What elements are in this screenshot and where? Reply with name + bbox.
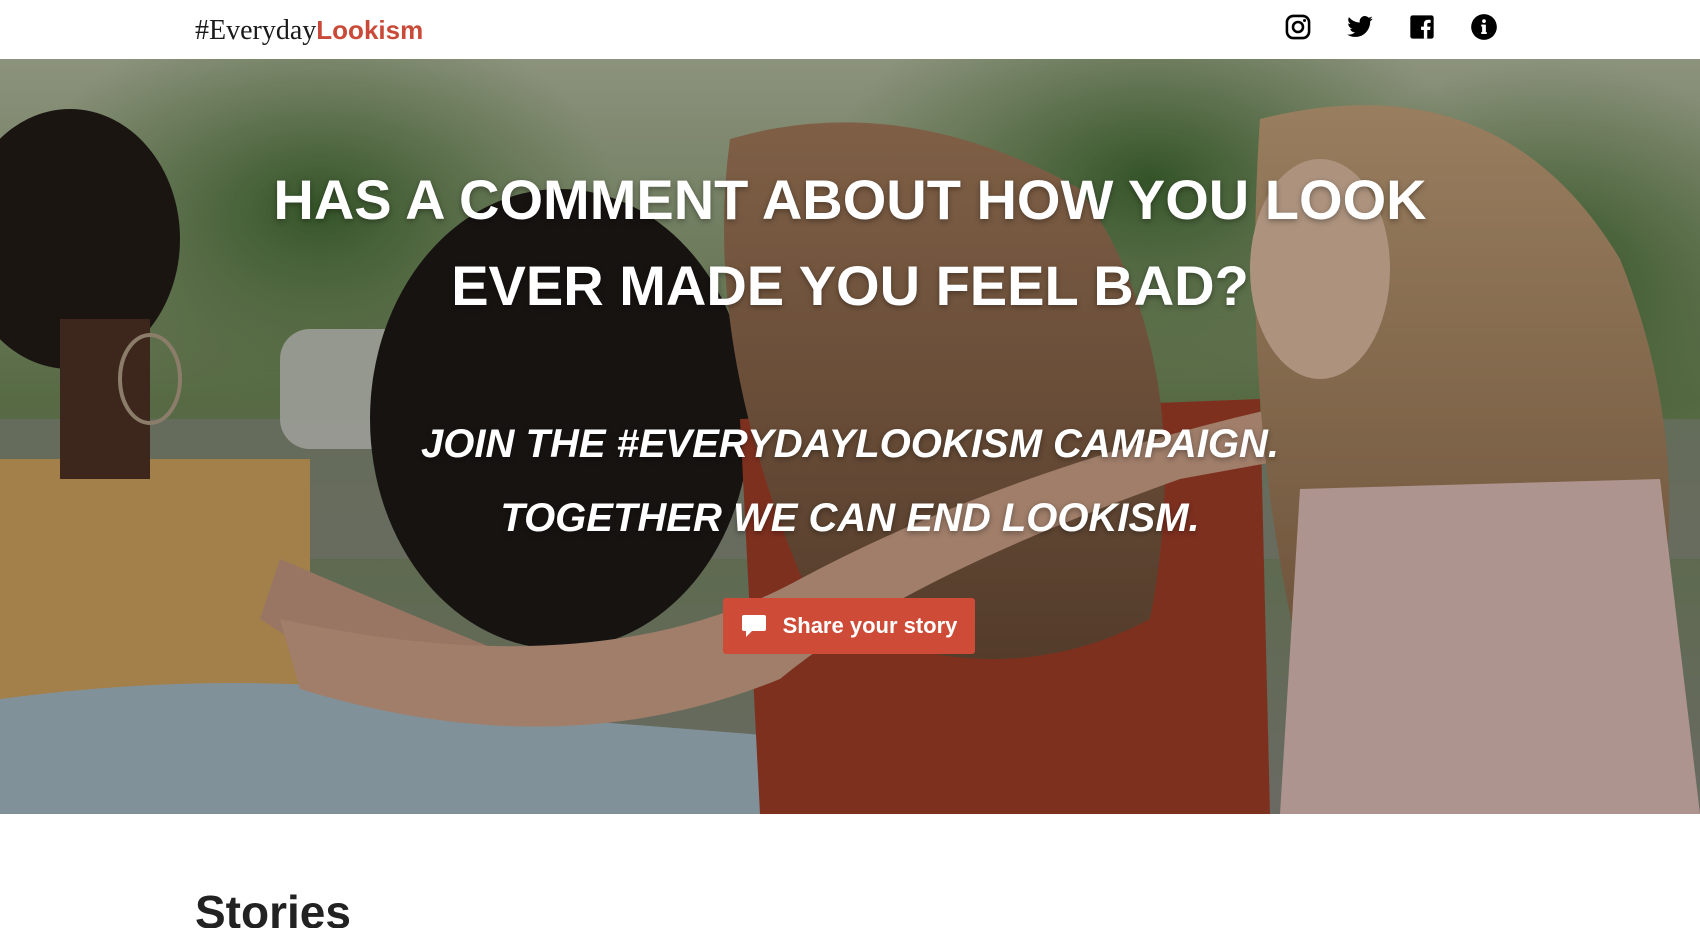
hero-headline: HAS A COMMENT ABOUT HOW YOU LOOK EVER MA… [0,157,1700,329]
share-your-story-button[interactable]: Share your story [723,598,975,654]
site-logo[interactable]: #EverydayLookism [195,12,423,49]
tagline-line-1: JOIN THE #EVERYDAYLOOKISM CAMPAIGN. [421,422,1279,466]
speech-bubble-icon [741,614,767,638]
hero-section: HAS A COMMENT ABOUT HOW YOU LOOK EVER MA… [0,59,1700,814]
logo-everyday: #Everyday [195,15,317,46]
headline-line-2: EVER MADE YOU FEEL BAD? [451,254,1249,317]
share-your-story-label: Share your story [782,613,958,638]
info-icon[interactable] [1470,13,1498,41]
twitter-icon[interactable] [1346,13,1374,41]
tagline-line-2: TOGETHER WE CAN END LOOKISM. [500,496,1200,540]
logo-lookism: Lookism [316,15,424,45]
stories-heading: Stories [195,886,351,928]
instagram-icon[interactable] [1284,13,1312,41]
social-links [1284,13,1498,41]
top-navbar: #EverydayLookism [0,0,1700,59]
hero-tagline: JOIN THE #EVERYDAYLOOKISM CAMPAIGN. TOGE… [0,407,1700,555]
facebook-icon[interactable] [1408,13,1436,41]
headline-line-1: HAS A COMMENT ABOUT HOW YOU LOOK [273,168,1427,231]
hero-content: HAS A COMMENT ABOUT HOW YOU LOOK EVER MA… [0,59,1700,814]
